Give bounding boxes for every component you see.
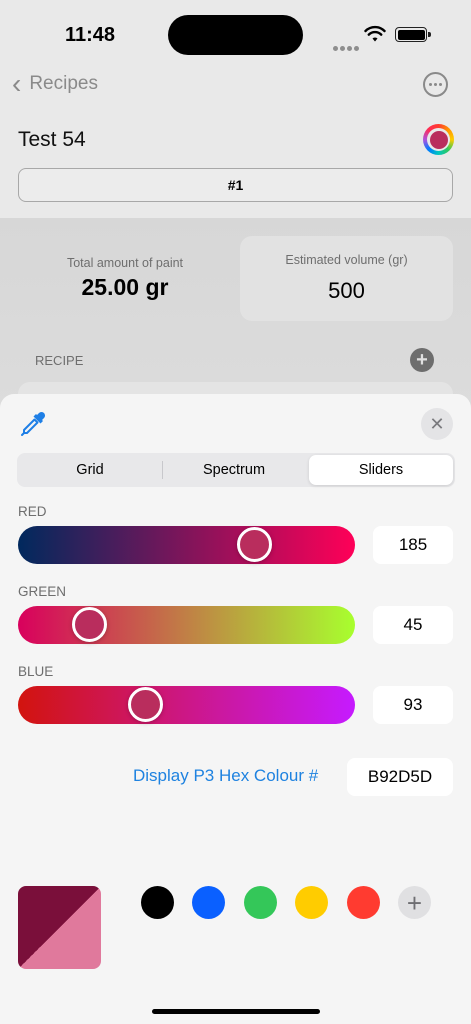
color-ring-icon[interactable] xyxy=(423,124,454,155)
swatch-yellow[interactable] xyxy=(295,886,328,919)
recipe-title: Test 54 xyxy=(18,128,86,151)
red-slider-thumb[interactable] xyxy=(236,527,272,562)
wifi-icon xyxy=(364,25,386,42)
red-value-field[interactable]: 185 xyxy=(373,526,453,564)
current-color-dot xyxy=(429,130,448,149)
color-picker-sheet: ✕ Grid Spectrum Sliders RED 185 GREEN 45… xyxy=(0,394,471,1024)
blue-value-field[interactable]: 93 xyxy=(373,686,453,724)
add-swatch-button[interactable]: + xyxy=(398,886,431,919)
variant-button[interactable]: #1 xyxy=(18,168,453,202)
swatch-black[interactable] xyxy=(141,886,174,919)
recipe-section-label: RECIPE xyxy=(35,353,84,368)
swatch-red[interactable] xyxy=(347,886,380,919)
plus-icon: + xyxy=(406,887,423,918)
chevron-left-icon: ‹ xyxy=(12,68,22,99)
estimated-volume-value[interactable]: 500 xyxy=(240,278,453,304)
green-slider[interactable] xyxy=(18,606,355,644)
add-ingredient-button[interactable]: + xyxy=(410,348,434,372)
home-indicator xyxy=(152,1009,320,1014)
ellipsis-circle-icon[interactable] xyxy=(423,72,448,97)
green-label: GREEN xyxy=(18,584,67,599)
status-time: 11:48 xyxy=(65,24,116,46)
battery-icon xyxy=(395,27,431,42)
dynamic-island xyxy=(168,15,303,55)
back-label: Recipes xyxy=(29,73,98,94)
total-paint-label: Total amount of paint xyxy=(66,256,184,270)
tab-sliders[interactable]: Sliders xyxy=(309,455,453,485)
red-label: RED xyxy=(18,504,47,519)
total-paint-value: 25.00 gr xyxy=(81,274,169,300)
status-bar: 11:48 xyxy=(0,0,471,64)
tab-spectrum[interactable]: Spectrum xyxy=(162,455,306,485)
picker-mode-tabs: Grid Spectrum Sliders xyxy=(17,453,455,487)
swatch-green[interactable] xyxy=(244,886,277,919)
estimated-volume-card[interactable]: Estimated volume (gr) 500 xyxy=(240,236,453,321)
color-preview-swatch xyxy=(18,886,101,969)
plus-icon: + xyxy=(416,349,428,371)
blue-slider[interactable] xyxy=(18,686,355,724)
green-slider-thumb[interactable] xyxy=(71,607,107,642)
eyedropper-icon[interactable] xyxy=(19,410,47,438)
blue-slider-thumb[interactable] xyxy=(128,687,164,722)
cellular-signal-icon xyxy=(333,38,361,56)
close-button[interactable]: ✕ xyxy=(421,408,453,440)
red-slider[interactable] xyxy=(18,526,355,564)
close-icon: ✕ xyxy=(429,413,445,434)
blue-label: BLUE xyxy=(18,664,54,679)
back-button[interactable]: ‹ Recipes xyxy=(12,70,98,98)
estimated-volume-label: Estimated volume (gr) xyxy=(285,253,408,267)
hex-colour-field[interactable]: B92D5D xyxy=(347,758,453,796)
hex-colour-label: Display P3 Hex Colour # xyxy=(133,766,319,785)
swatch-blue[interactable] xyxy=(192,886,225,919)
green-value-field[interactable]: 45 xyxy=(373,606,453,644)
tab-grid[interactable]: Grid xyxy=(19,455,161,485)
